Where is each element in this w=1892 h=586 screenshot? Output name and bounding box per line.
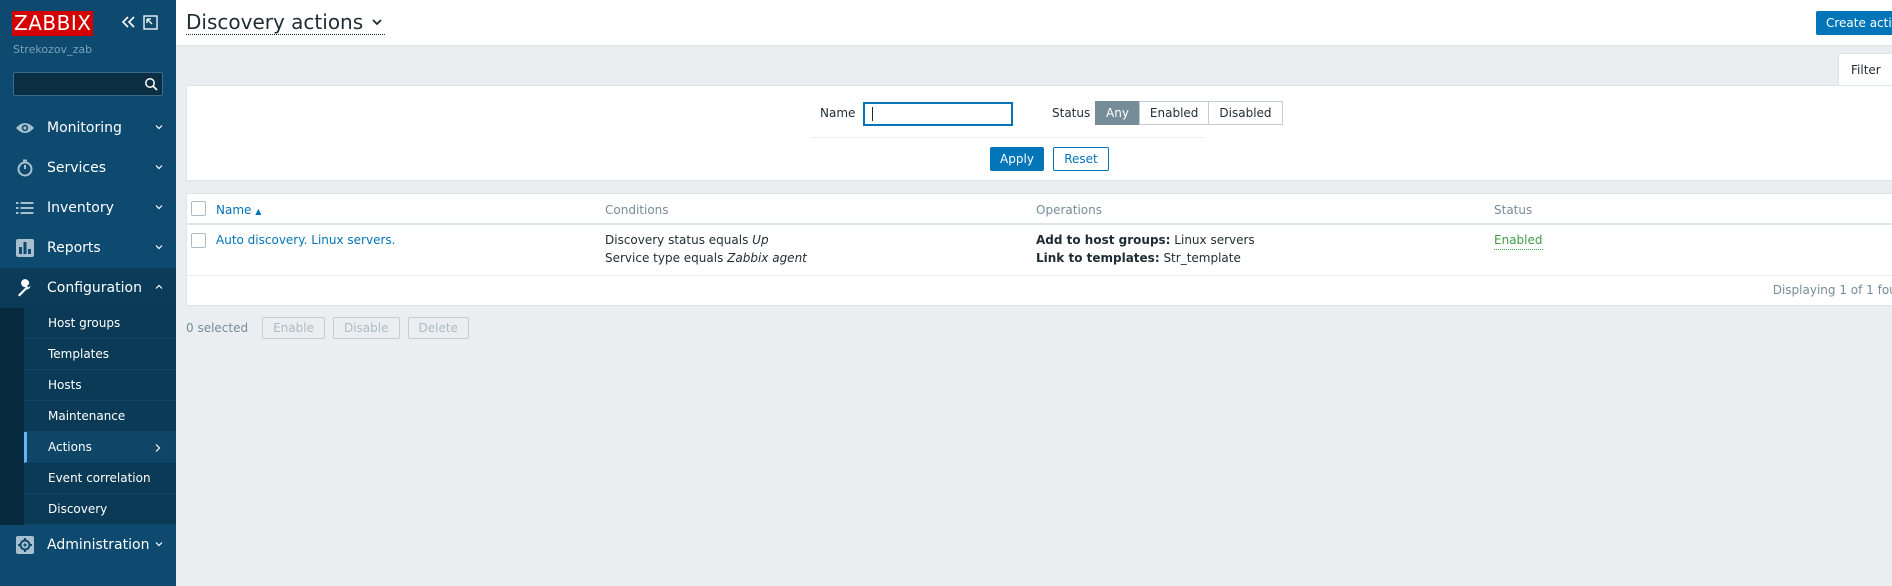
chevron-down-icon [372,19,382,26]
stopwatch-icon [15,158,35,178]
filter-panel: Name Status Any Enabled Disabled Apply R… [186,85,1892,181]
menu-label: Reports [47,240,101,256]
condition-line: Service type equals Zabbix agent [605,251,807,265]
wrench-icon [15,278,35,298]
chevron-up-icon [155,284,163,289]
configuration-submenu: Host groups Templates Hosts Maintenance … [0,308,176,525]
main-menu: Monitoring Services Inventory Reports Co… [0,108,176,565]
column-header-status: Status [1494,203,1533,217]
menu-item-inventory[interactable]: Inventory [0,188,176,228]
reset-button[interactable]: Reset [1053,147,1109,171]
list-icon [15,198,35,218]
sidebar: ZABBIX Strekozov_zab Monitoring Services [0,0,176,586]
menu-item-services[interactable]: Services [0,148,176,188]
chevron-down-icon [155,542,163,547]
status-enabled-button[interactable]: Enabled [1138,101,1210,125]
column-header-name[interactable]: Name ▲ [216,203,261,217]
status-disabled-button[interactable]: Disabled [1208,101,1283,125]
menu-item-monitoring[interactable]: Monitoring [0,108,176,148]
menu-label: Monitoring [47,120,122,136]
menu-item-configuration[interactable]: Configuration [0,268,176,308]
chevron-down-icon [155,165,163,170]
submenu-item-discovery[interactable]: Discovery [24,494,176,525]
search-icon[interactable] [144,77,158,91]
condition-line: Discovery status equals Up [605,233,769,247]
action-name-link[interactable]: Auto discovery. Linux servers. [216,231,395,249]
submenu-item-templates[interactable]: Templates [24,339,176,370]
menu-label: Administration [47,537,150,553]
submenu-item-maintenance[interactable]: Maintenance [24,401,176,432]
status-segmented-control: Any Enabled Disabled [1095,101,1283,125]
column-name-label: Name [216,203,252,217]
zabbix-logo[interactable]: ZABBIX [12,11,94,36]
name-label: Name [820,106,856,120]
menu-item-reports[interactable]: Reports [0,228,176,268]
chevron-right-icon [155,444,161,452]
chevron-down-icon [155,205,163,210]
chevron-down-icon [155,245,163,250]
actions-table: Name ▲ Conditions Operations Status Auto… [186,193,1892,306]
operations-cell: Add to host groups: Linux servers Link t… [1036,231,1255,267]
kiosk-mode-icon[interactable] [143,15,158,30]
table-header: Name ▲ Conditions Operations Status [187,194,1892,225]
submenu-item-host-groups[interactable]: Host groups [24,308,176,339]
submenu-item-event-correlation[interactable]: Event correlation [24,463,176,494]
bar-chart-icon [15,238,35,258]
enable-button[interactable]: Enable [262,317,325,339]
selected-count: 0 selected [186,321,249,335]
operation-line: Link to templates: Str_template [1036,251,1241,265]
filter-divider [810,137,1205,138]
mass-actions-bar: 0 selected Enable Disable Delete [186,317,477,339]
status-any-button[interactable]: Any [1095,101,1140,125]
menu-label: Configuration [47,280,142,296]
apply-button[interactable]: Apply [990,147,1044,171]
sort-ascending-icon: ▲ [255,207,262,216]
create-action-button[interactable]: Create action [1816,11,1892,35]
row-checkbox[interactable] [191,233,206,248]
filter-tab[interactable]: Filter [1838,53,1892,86]
submenu-label: Actions [48,440,92,454]
disable-button[interactable]: Disable [332,317,400,339]
filter-tab-label: Filter [1851,63,1881,77]
name-filter-input[interactable] [863,102,1013,126]
page-title: Discovery actions [186,10,364,34]
column-header-conditions: Conditions [605,203,669,217]
server-name: Strekozov_zab [13,43,93,56]
delete-button[interactable]: Delete [407,317,469,339]
select-all-checkbox[interactable] [191,201,206,216]
column-header-operations: Operations [1036,203,1102,217]
gear-icon [15,535,35,555]
paging-summary: Displaying 1 of 1 found [1772,283,1892,297]
menu-label: Services [47,160,107,176]
search-input[interactable] [13,72,163,96]
page-title-dropdown[interactable]: Discovery actions [186,10,386,35]
table-row: Auto discovery. Linux servers. Discovery… [187,227,1892,276]
text-caret [872,107,873,121]
status-toggle-link[interactable]: Enabled [1494,231,1543,250]
collapse-sidebar-icon[interactable] [120,14,136,30]
menu-label: Inventory [47,200,114,216]
eye-icon [15,118,35,138]
page-header: Discovery actions Create action [176,0,1892,46]
status-label: Status [1052,106,1091,120]
operation-line: Add to host groups: Linux servers [1036,233,1255,247]
submenu-item-hosts[interactable]: Hosts [24,370,176,401]
menu-item-administration[interactable]: Administration [0,525,176,565]
conditions-cell: Discovery status equals Up Service type … [605,231,807,267]
submenu-item-actions[interactable]: Actions [24,432,176,463]
chevron-down-icon [155,125,163,130]
